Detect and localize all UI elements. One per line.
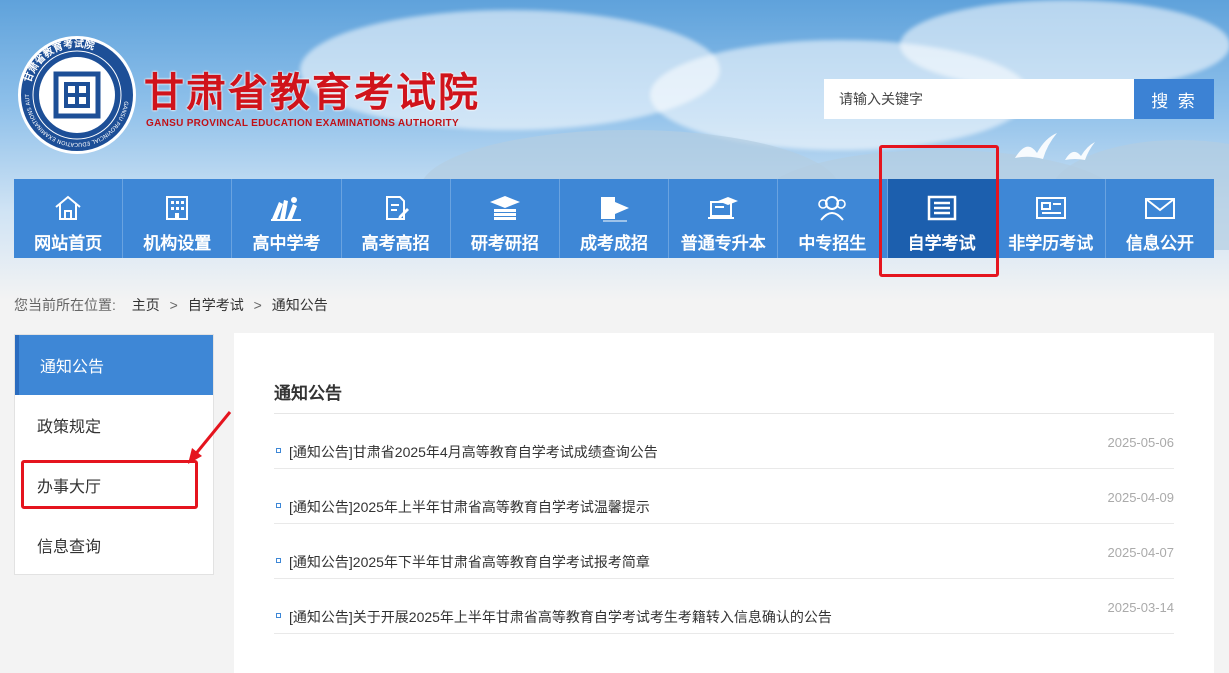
nav-label: 普通专升本 — [680, 234, 766, 254]
nav-item-high-school-exam[interactable]: 高中学考 — [232, 179, 342, 258]
bullet-icon — [276, 558, 281, 563]
nav-item-organization[interactable]: 机构设置 — [123, 179, 233, 258]
sidebar-item-info-query[interactable]: 信息查询 — [15, 515, 213, 575]
document-pen-icon — [382, 193, 410, 223]
home-icon — [53, 193, 83, 223]
breadcrumb: 您当前所在位置: 主页 > 自学考试 > 通知公告 — [14, 295, 328, 315]
news-title[interactable]: [通知公告]关于开展2025年上半年甘肃省高等教育自学考试考生考籍转入信息确认的… — [289, 607, 832, 627]
id-card-icon — [1034, 193, 1068, 223]
main-nav: 网站首页 机构设置 高中学考 高考高招 研考研招 成考成招 普通专升本 中专招生… — [14, 179, 1215, 258]
breadcrumb-separator: > — [253, 297, 262, 313]
nav-item-adult-exam[interactable]: 成考成招 — [559, 179, 670, 258]
nav-label: 中专招生 — [798, 234, 867, 254]
news-date: 2025-04-07 — [1107, 545, 1175, 560]
nav-label: 高中学考 — [252, 234, 321, 254]
red-arrow-icon — [188, 411, 232, 464]
nav-item-gaokao[interactable]: 高考高招 — [341, 179, 451, 258]
nav-label: 非学历考试 — [1008, 234, 1094, 254]
search-button[interactable]: 搜 索 — [1134, 79, 1214, 119]
books-icon — [269, 193, 303, 223]
nav-label: 研考研招 — [470, 234, 539, 254]
content-panel: 通知公告 [通知公告]甘肃省2025年4月高等教育自学考试成绩查询公告 2025… — [234, 333, 1214, 673]
search-input[interactable] — [824, 79, 1134, 119]
nav-label: 成考成招 — [580, 234, 649, 254]
breadcrumb-prefix: 您当前所在位置: — [14, 297, 116, 313]
news-item[interactable]: [通知公告]2025年上半年甘肃省高等教育自学考试温馨提示 2025-04-09 — [274, 469, 1174, 524]
sidebar-item-notices[interactable]: 通知公告 — [15, 335, 213, 395]
nav-item-home[interactable]: 网站首页 — [14, 179, 124, 258]
nav-item-non-degree-exam[interactable]: 非学历考试 — [996, 179, 1106, 258]
graduation-cap-icon — [488, 193, 522, 223]
nav-label: 信息公开 — [1125, 234, 1194, 254]
sidebar-highlight-box — [21, 460, 198, 509]
bullet-icon — [276, 503, 281, 508]
panel-title: 通知公告 — [274, 384, 342, 403]
nav-label: 机构设置 — [143, 234, 212, 254]
breadcrumb-link-home[interactable]: 主页 — [132, 297, 160, 313]
nav-label: 高考高招 — [361, 234, 430, 254]
news-title[interactable]: [通知公告]2025年上半年甘肃省高等教育自学考试温馨提示 — [289, 497, 650, 517]
news-item[interactable]: [通知公告]关于开展2025年上半年甘肃省高等教育自学考试考生考籍转入信息确认的… — [274, 579, 1174, 634]
news-item[interactable]: [通知公告]甘肃省2025年4月高等教育自学考试成绩查询公告 2025-05-0… — [274, 414, 1174, 469]
nav-item-graduate-exam[interactable]: 研考研招 — [450, 179, 560, 258]
laptop-cap-icon — [706, 193, 740, 223]
news-title[interactable]: [通知公告]甘肃省2025年4月高等教育自学考试成绩查询公告 — [289, 442, 658, 462]
site-subtitle: GANSU PROVINCAL EDUCATION EXAMINATIONS A… — [146, 118, 459, 129]
nav-item-info-disclosure[interactable]: 信息公开 — [1105, 179, 1215, 258]
svg-text:甘肃省教育考试院: 甘肃省教育考试院 — [21, 37, 96, 84]
news-date: 2025-03-14 — [1107, 600, 1175, 615]
nav-item-upgrade[interactable]: 普通专升本 — [669, 179, 779, 258]
birds-decoration-icon — [1015, 133, 1095, 160]
nav-highlight-box — [879, 145, 999, 277]
news-date: 2025-04-09 — [1107, 490, 1175, 505]
nav-label: 网站首页 — [34, 234, 103, 254]
nav-item-vocational[interactable]: 中专招生 — [778, 179, 888, 258]
site-title[interactable]: 甘肃省教育考试院 — [144, 60, 480, 118]
book-flag-icon — [597, 193, 631, 223]
breadcrumb-link-self-study[interactable]: 自学考试 — [188, 297, 244, 313]
seal-ring-text-icon: 甘肃省教育考试院 GANSU PROVINCIAL EDUCATION EXAM… — [18, 36, 129, 147]
building-icon — [163, 193, 191, 223]
news-title[interactable]: [通知公告]2025年下半年甘肃省高等教育自学考试报考简章 — [289, 552, 650, 572]
svg-text:GANSU PROVINCIAL EDUCATION EXA: GANSU PROVINCIAL EDUCATION EXAMINATIONS … — [18, 36, 129, 147]
users-icon — [815, 193, 849, 223]
news-date: 2025-05-06 — [1107, 435, 1175, 450]
news-list: [通知公告]甘肃省2025年4月高等教育自学考试成绩查询公告 2025-05-0… — [274, 414, 1174, 634]
news-item[interactable]: [通知公告]2025年下半年甘肃省高等教育自学考试报考简章 2025-04-07 — [274, 524, 1174, 579]
bullet-icon — [276, 613, 281, 618]
envelope-icon — [1143, 193, 1177, 223]
logo-seal: 甘肃省教育考试院 GANSU PROVINCIAL EDUCATION EXAM… — [18, 36, 136, 154]
breadcrumb-current[interactable]: 通知公告 — [272, 297, 328, 313]
breadcrumb-separator: > — [169, 297, 178, 313]
bullet-icon — [276, 448, 281, 453]
